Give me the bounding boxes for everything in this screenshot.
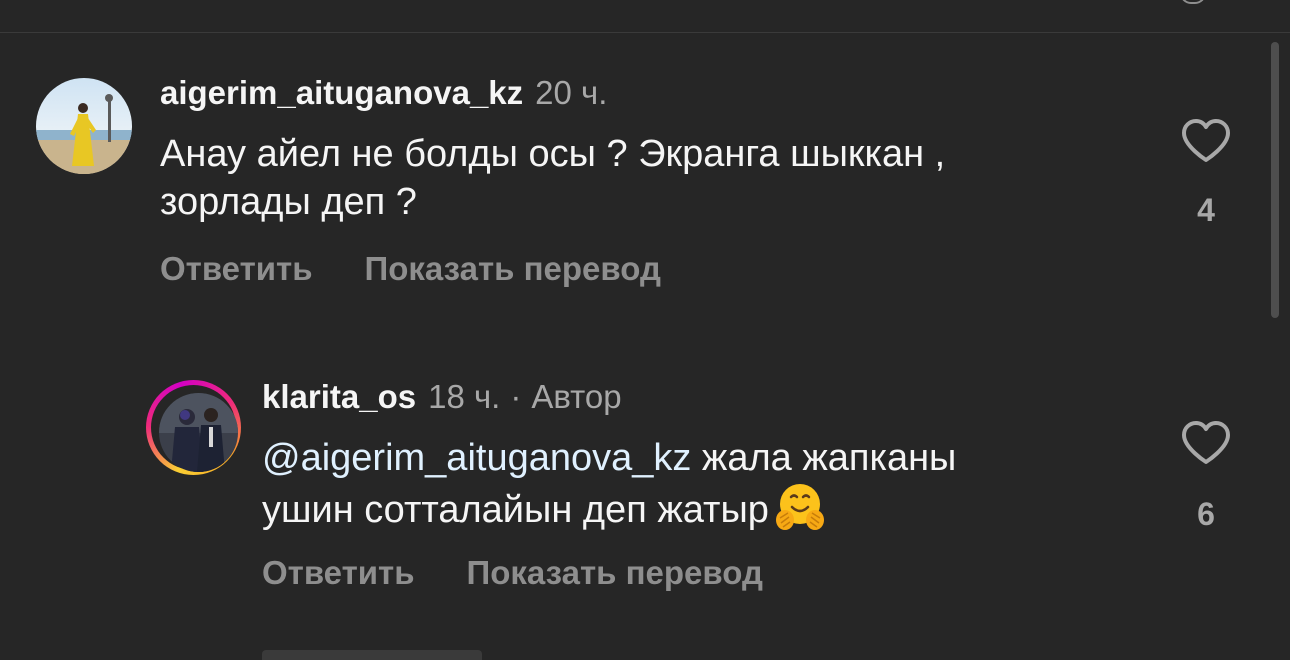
comment-text-fragment: ушин сотталайын деп жатыр: [262, 489, 769, 531]
comment-text-line: @aigerim_aituganova_kz жала жапканы: [262, 434, 1222, 482]
comment-text-line: Анау айел не болды осы ? Экранга шыккан …: [160, 133, 946, 175]
reply-button[interactable]: Ответить: [160, 250, 313, 288]
cropped-icon: [1180, 0, 1206, 4]
comment-actions: Ответить Показать перевод: [160, 250, 661, 288]
comment-text: Анау айел не болды осы ? Экранга шыккан …: [160, 130, 1120, 226]
heart-outline-icon[interactable]: [1180, 118, 1232, 164]
comment-username[interactable]: klarita_os: [262, 378, 416, 416]
comment-header: aigerim_aituganova_kz 20 ч.: [160, 74, 607, 114]
mention-link[interactable]: @aigerim_aituganova_kz: [262, 437, 691, 479]
comment-text-fragment: жала жапканы: [691, 437, 957, 479]
comment-username[interactable]: aigerim_aituganova_kz: [160, 74, 523, 112]
comment-text-line: ушин сотталайын деп жатыр: [262, 482, 1222, 534]
like-count: 6: [1197, 496, 1215, 532]
heart-outline-icon[interactable]: [1180, 420, 1232, 466]
comment-text: @aigerim_aituganova_kz жала жапканы ушин…: [262, 434, 1222, 534]
like-count: 4: [1197, 192, 1215, 228]
separator-dot: ·: [510, 378, 522, 415]
show-translation-button[interactable]: Показать перевод: [365, 250, 661, 288]
comment-timestamp: 20 ч.: [535, 74, 608, 111]
avatar-photo: [36, 78, 132, 174]
comment-text-line: зорлады деп ?: [160, 181, 417, 223]
hugging-face-emoji: [775, 484, 824, 530]
reply-actions: Ответить Показать перевод: [262, 554, 763, 592]
avatar-aigerim[interactable]: [36, 78, 132, 174]
avatar-klarita[interactable]: [159, 393, 238, 472]
story-ring[interactable]: [146, 380, 241, 475]
cropped-text-placeholder: [262, 650, 482, 660]
top-divider: [0, 32, 1290, 33]
scrollbar[interactable]: [1271, 42, 1279, 318]
next-comment-partial: [262, 640, 562, 660]
reply-button[interactable]: Ответить: [262, 554, 415, 592]
avatar-photo: [159, 393, 238, 472]
show-translation-button[interactable]: Показать перевод: [467, 554, 763, 592]
author-badge: Автор: [531, 378, 622, 415]
story-ring-gap: [151, 385, 238, 472]
comment-timestamp: 18 ч.: [428, 378, 501, 415]
reply-header: klarita_os 18 ч. · Автор: [262, 378, 622, 418]
